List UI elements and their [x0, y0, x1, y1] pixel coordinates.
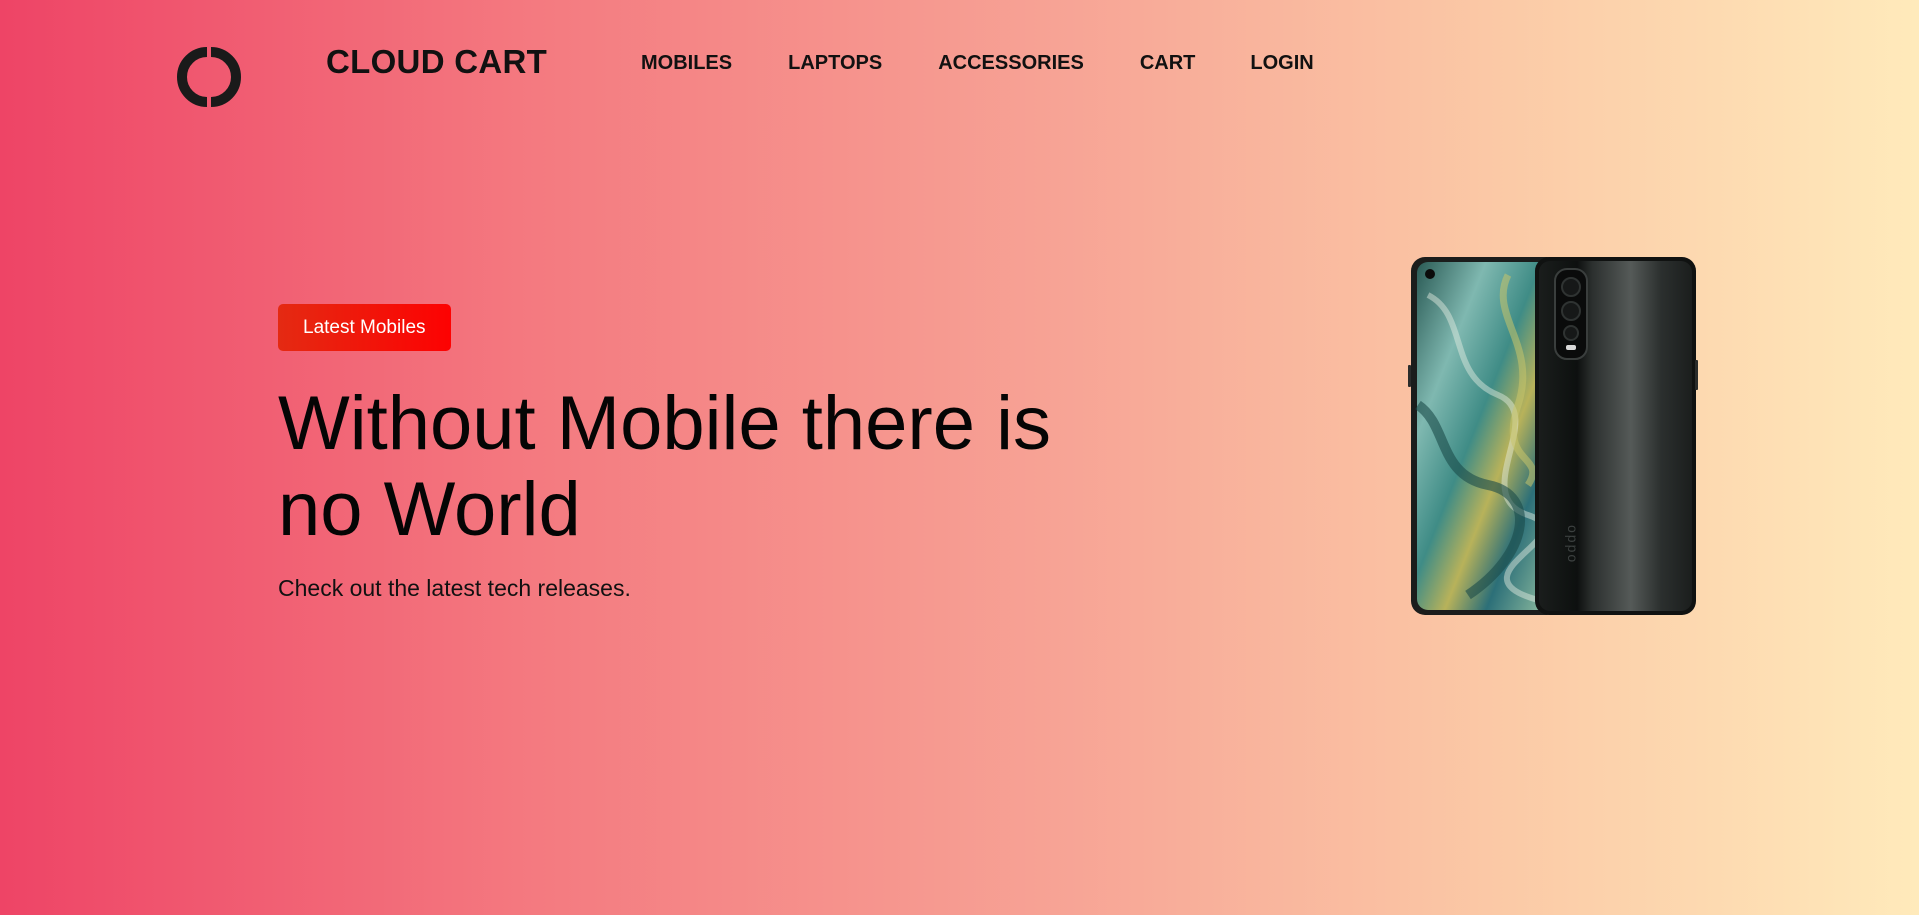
- phone-brand-text: oppo: [1565, 525, 1581, 564]
- smartphone-image: oppo: [1408, 255, 1698, 617]
- main-nav: MOBILES LAPTOPS ACCESSORIES CART LOGIN: [641, 52, 1314, 75]
- hero-subtext: Check out the latest tech releases.: [278, 575, 631, 601]
- nav-cart[interactable]: CART: [1140, 52, 1196, 75]
- phone-illustration: oppo: [1408, 257, 1698, 615]
- hero-headline: Without Mobile there is no World: [278, 381, 1051, 552]
- nav-accessories[interactable]: ACCESSORIES: [938, 52, 1084, 75]
- brand-name[interactable]: CLOUD CART: [326, 43, 547, 81]
- hero-section: Latest Mobiles Without Mobile there is n…: [278, 304, 1178, 602]
- nav-mobiles[interactable]: MOBILES: [641, 52, 732, 75]
- double-c-logo-icon[interactable]: [163, 40, 255, 114]
- nav-laptops[interactable]: LAPTOPS: [788, 52, 882, 75]
- latest-mobiles-button[interactable]: Latest Mobiles: [278, 304, 451, 351]
- navbar: CLOUD CART MOBILES LAPTOPS ACCESSORIES C…: [0, 0, 1919, 130]
- nav-login[interactable]: LOGIN: [1250, 52, 1313, 75]
